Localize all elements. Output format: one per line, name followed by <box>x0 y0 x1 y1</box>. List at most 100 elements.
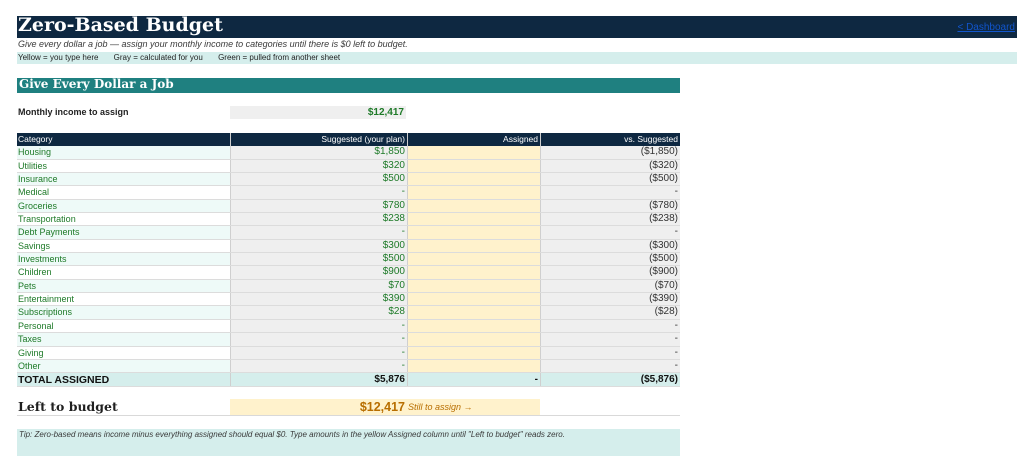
category-cell: Children <box>18 267 52 278</box>
table-row: Insurance $500 ($500) <box>17 173 680 187</box>
assigned-input-cell[interactable] <box>407 239 540 253</box>
category-cell: Debt Payments <box>17 226 230 239</box>
category-cell: Insurance <box>17 173 230 186</box>
table-row: Housing $1,850 ($1,850) <box>17 146 680 160</box>
suggested-cell: $70 <box>230 279 407 293</box>
subtitle: Give every dollar a job — assign your mo… <box>18 39 408 49</box>
vs-suggested-cell: ($780) <box>540 199 680 213</box>
table-row: Subscriptions $28 ($28) <box>17 306 680 320</box>
assigned-input-cell[interactable] <box>407 306 540 319</box>
assigned-input-cell[interactable] <box>407 173 540 186</box>
total-label: TOTAL ASSIGNED <box>18 374 110 387</box>
category-cell: Pets <box>17 279 230 293</box>
suggested-cell: $390 <box>230 293 407 306</box>
vs-suggested-cell: ($900) <box>540 266 680 279</box>
category-cell: Personal <box>18 320 54 331</box>
vs-suggested-cell: - <box>540 186 680 199</box>
total-vs-suggested: ($5,876) <box>540 373 680 387</box>
vs-suggested-cell: - <box>540 359 680 373</box>
suggested-cell: $500 <box>230 253 407 266</box>
category-cell: Savings <box>18 240 51 251</box>
table-row: Utilities $320 ($320) <box>17 159 680 174</box>
header-assigned: Assigned <box>407 133 540 147</box>
assigned-input-cell[interactable] <box>407 319 540 333</box>
vs-suggested-cell: ($500) <box>540 173 680 186</box>
suggested-cell: $900 <box>230 266 407 279</box>
tip-box: Tip: Zero-based means income minus every… <box>17 429 680 456</box>
table-body: Housing $1,850 ($1,850) Utilities $320 ($320)… <box>17 146 680 374</box>
assigned-input-cell[interactable] <box>407 346 540 359</box>
header-suggested: Suggested (your plan) <box>230 133 407 147</box>
assigned-input-cell[interactable] <box>407 213 540 226</box>
income-label: Monthly income to assign <box>18 107 129 117</box>
suggested-cell: - <box>230 333 407 346</box>
category-cell: Groceries <box>17 199 230 213</box>
table-row: Children $900 ($900) <box>17 266 680 280</box>
vs-suggested-cell: ($300) <box>540 239 680 253</box>
suggested-cell: $28 <box>230 306 407 319</box>
title-bar: Zero-Based Budget < Dashboard <box>17 14 1017 38</box>
assigned-input-cell[interactable] <box>407 226 540 239</box>
total-suggested: $5,876 <box>230 373 407 387</box>
vs-suggested-cell: ($320) <box>540 159 680 173</box>
legend-gray: Gray = calculated for you <box>113 53 203 62</box>
dashboard-link[interactable]: < Dashboard <box>957 22 1015 33</box>
left-to-budget-box: $12,417 Still to assign → <box>230 399 540 415</box>
page-title: Zero-Based Budget <box>18 14 223 36</box>
budget-table: Category Suggested (your plan) Assigned … <box>17 133 680 388</box>
income-value-cell[interactable]: $12,417 <box>230 106 406 119</box>
vs-suggested-cell: ($28) <box>540 306 680 319</box>
table-row: Giving - - <box>17 346 680 360</box>
assigned-input-cell[interactable] <box>407 279 540 293</box>
assigned-input-cell[interactable] <box>407 186 540 199</box>
section-title: Give Every Dollar a Job <box>19 77 174 91</box>
assigned-input-cell[interactable] <box>407 333 540 346</box>
total-row: TOTAL ASSIGNED $5,876 - ($5,876) <box>17 373 680 388</box>
category-cell: Subscriptions <box>17 306 230 319</box>
table-row: Medical - - <box>17 186 680 200</box>
suggested-cell: - <box>230 359 407 373</box>
assigned-input-cell[interactable] <box>407 199 540 213</box>
header-category: Category <box>18 134 53 144</box>
table-row: Debt Payments - - <box>17 226 680 240</box>
suggested-cell: - <box>230 226 407 239</box>
assigned-input-cell[interactable] <box>407 159 540 173</box>
assigned-input-cell[interactable] <box>407 146 540 159</box>
color-legend: Yellow = you type here Gray = calculated… <box>17 52 1017 64</box>
table-header-row: Category Suggested (your plan) Assigned … <box>17 133 680 147</box>
table-row: Groceries $780 ($780) <box>17 199 680 214</box>
table-row: Personal - - <box>17 319 680 334</box>
assigned-input-cell[interactable] <box>407 293 540 306</box>
assigned-input-cell[interactable] <box>407 266 540 279</box>
suggested-cell: $500 <box>230 173 407 186</box>
left-to-budget-note: Still to assign → <box>408 402 473 412</box>
left-to-budget-label: Left to budget <box>18 399 118 414</box>
table-row: Transportation $238 ($238) <box>17 213 680 227</box>
assigned-input-cell[interactable] <box>407 359 540 373</box>
category-cell: Utilities <box>18 160 48 171</box>
vs-suggested-cell: ($390) <box>540 293 680 306</box>
vs-suggested-cell: ($1,850) <box>540 146 680 159</box>
header-vs-suggested: vs. Suggested <box>540 133 680 147</box>
suggested-cell: $300 <box>230 239 407 253</box>
table-row: Savings $300 ($300) <box>17 239 680 254</box>
suggested-cell: $238 <box>230 213 407 226</box>
vs-suggested-cell: - <box>540 333 680 346</box>
section-header: Give Every Dollar a Job <box>17 77 680 93</box>
category-cell: Medical <box>18 187 50 198</box>
total-assigned: - <box>407 373 540 387</box>
suggested-cell: - <box>230 346 407 359</box>
assigned-input-cell[interactable] <box>407 253 540 266</box>
category-cell: Investments <box>17 253 230 266</box>
table-row: Entertainment $390 ($390) <box>17 293 680 307</box>
category-cell: Other <box>17 359 230 373</box>
vs-suggested-cell: ($500) <box>540 253 680 266</box>
suggested-cell: - <box>230 186 407 199</box>
category-cell: Taxes <box>17 333 230 346</box>
table-row: Taxes - - <box>17 333 680 347</box>
vs-suggested-cell: ($70) <box>540 279 680 293</box>
suggested-cell: $1,850 <box>230 146 407 159</box>
legend-yellow: Yellow = you type here <box>18 53 99 62</box>
suggested-cell: $780 <box>230 199 407 213</box>
category-cell: Housing <box>17 146 230 159</box>
